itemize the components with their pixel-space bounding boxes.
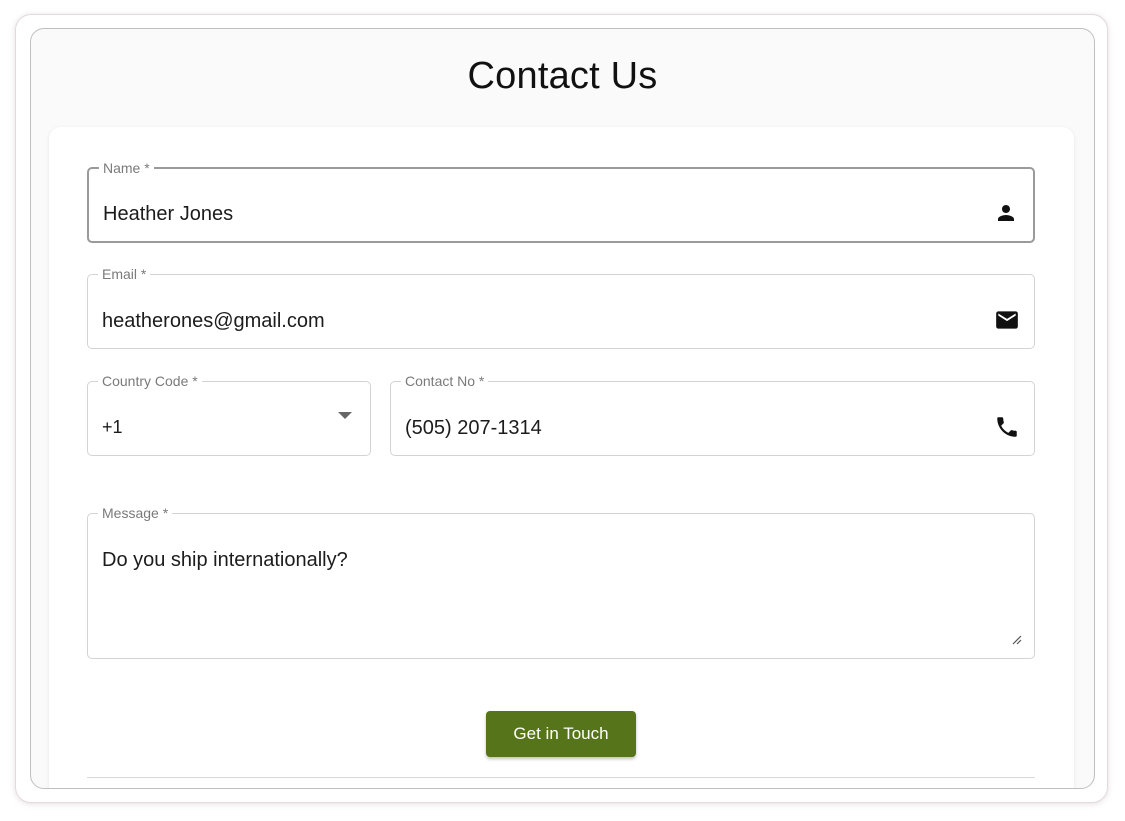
- page-title: Contact Us: [467, 55, 658, 97]
- contact-panel: Contact Us Name * Heather Jones Email * …: [30, 28, 1095, 789]
- get-in-touch-button[interactable]: Get in Touch: [486, 711, 636, 757]
- contact-form-card: Name * Heather Jones Email * heatherones…: [49, 127, 1074, 788]
- contact-no-field[interactable]: Contact No * (505) 207-1314: [390, 374, 1035, 456]
- phone-icon: [994, 414, 1020, 440]
- email-label: Email *: [102, 266, 147, 282]
- contact-no-label: Contact No *: [405, 373, 485, 389]
- message-value[interactable]: Do you ship internationally?: [102, 549, 348, 572]
- email-value[interactable]: heatherones@gmail.com: [102, 310, 325, 333]
- message-field[interactable]: Message * Do you ship internationally?: [87, 506, 1035, 659]
- contact-no-value[interactable]: (505) 207-1314: [405, 417, 542, 440]
- name-field[interactable]: Name * Heather Jones: [87, 161, 1035, 243]
- dropdown-arrow-icon[interactable]: [338, 412, 352, 419]
- country-code-select[interactable]: Country Code * +1: [87, 374, 371, 456]
- resize-handle-icon[interactable]: [1010, 632, 1022, 645]
- name-value[interactable]: Heather Jones: [103, 203, 233, 226]
- person-icon: [993, 200, 1019, 226]
- divider: [87, 777, 1035, 778]
- message-label: Message *: [102, 505, 169, 521]
- country-code-value[interactable]: +1: [102, 417, 123, 438]
- email-field[interactable]: Email * heatherones@gmail.com: [87, 267, 1035, 349]
- mail-icon: [994, 307, 1020, 333]
- name-label: Name *: [103, 160, 150, 176]
- country-code-label: Country Code *: [102, 373, 198, 389]
